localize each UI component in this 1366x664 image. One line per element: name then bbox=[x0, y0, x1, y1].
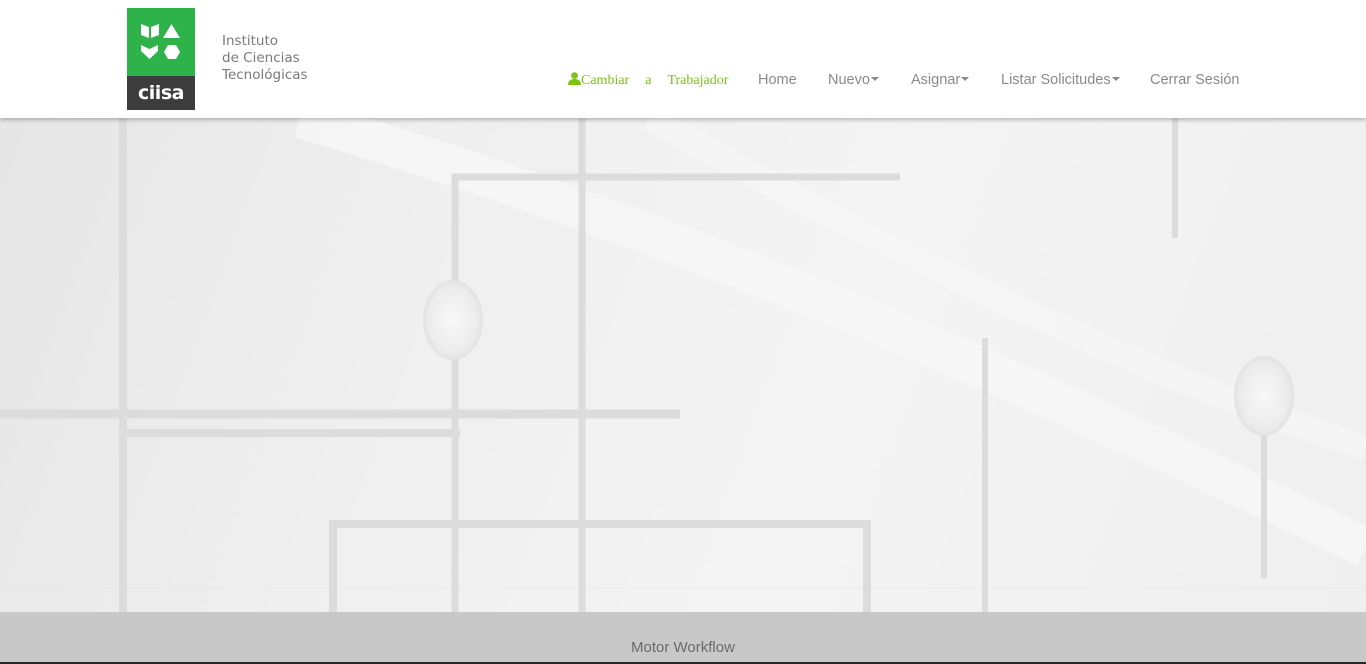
caret-down-icon bbox=[1111, 77, 1120, 82]
caret-down-icon bbox=[870, 77, 879, 82]
page-footer: Motor Workflow bbox=[0, 612, 1366, 664]
top-navbar: ciisa Instituto de Ciencias Tecnológicas… bbox=[0, 0, 1366, 118]
nav-cerrar-sesion-label: Cerrar Sesión bbox=[1150, 72, 1240, 88]
nav-nuevo-dropdown[interactable]: Nuevo bbox=[828, 72, 879, 88]
switch-word: Trabajador bbox=[667, 73, 729, 88]
nav-cerrar-sesion[interactable]: Cerrar Sesión bbox=[1150, 72, 1239, 88]
decorative-background bbox=[0, 118, 1366, 612]
switch-to-worker-link[interactable]: Cambiar a Trabajador bbox=[568, 72, 728, 89]
caret-down-icon bbox=[961, 77, 970, 82]
switch-word: a bbox=[645, 73, 652, 88]
circuit-lines-graphic bbox=[0, 118, 1366, 612]
footer-title: Motor Workflow bbox=[631, 639, 735, 656]
nav-asignar-label: Asignar bbox=[911, 72, 961, 88]
nav-listar-solicitudes-dropdown[interactable]: Listar Solicitudes bbox=[1001, 72, 1120, 88]
nav-asignar-dropdown[interactable]: Asignar bbox=[911, 72, 970, 88]
nav-home[interactable]: Home bbox=[758, 72, 797, 88]
main-nav: Cambiar a Trabajador Home Nuevo Asignar Li… bbox=[0, 0, 1366, 118]
user-icon bbox=[568, 72, 581, 85]
nav-listar-solicitudes-label: Listar Solicitudes bbox=[1001, 72, 1111, 88]
nav-nuevo-label: Nuevo bbox=[828, 72, 870, 88]
nav-home-label: Home bbox=[758, 72, 797, 88]
switch-word: Cambiar bbox=[581, 73, 630, 88]
